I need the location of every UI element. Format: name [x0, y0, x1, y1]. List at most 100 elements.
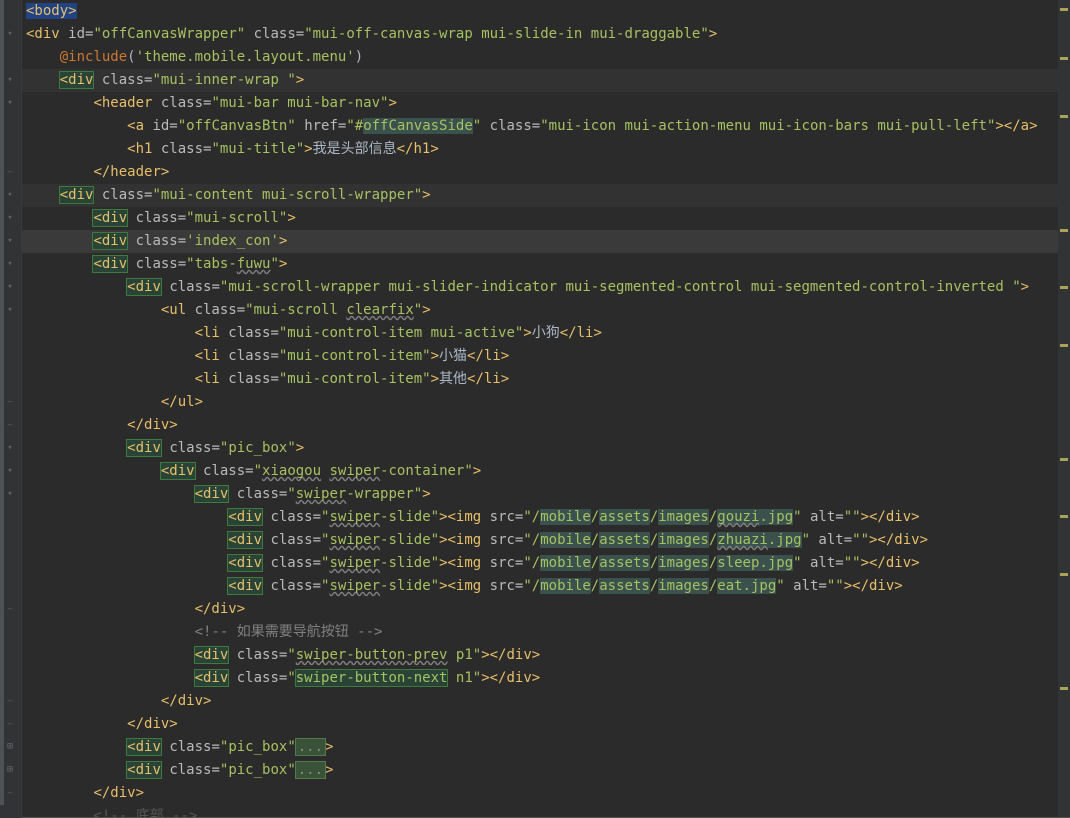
code-token: "mui-inner-wrap "	[152, 72, 295, 88]
code-token: href=	[304, 118, 346, 134]
fold-toggle-icon[interactable]	[4, 465, 16, 477]
code-line[interactable]: <div class="mui-inner-wrap ">	[22, 69, 1070, 92]
code-line[interactable]: <li class="mui-control-item mui-active">…	[22, 322, 1070, 345]
editor-code-area[interactable]: <body><div id="offCanvasWrapper" class="…	[22, 0, 1070, 818]
code-token: </li>	[467, 371, 509, 387]
code-token: <!-- 如果需要导航按钮 -->	[195, 624, 383, 640]
code-line[interactable]: </header>	[22, 161, 1070, 184]
code-line[interactable]: <li class="mui-control-item">其他</li>	[22, 368, 1070, 391]
fold-toggle-icon[interactable]	[4, 718, 16, 730]
code-token: /	[709, 555, 717, 571]
preview-warning-mark[interactable]	[1060, 344, 1068, 347]
preview-warning-mark[interactable]	[1060, 57, 1068, 60]
editor-gutter[interactable]	[0, 0, 22, 818]
code-token: "	[793, 555, 810, 571]
code-token: "mui-scroll-wrapper mui-slider-indicator…	[220, 279, 1021, 295]
code-token: "#	[346, 118, 363, 134]
fold-toggle-icon[interactable]	[4, 281, 16, 293]
code-line[interactable]: <div class="mui-content mui-scroll-wrapp…	[22, 184, 1070, 207]
code-line[interactable]: <ul class="mui-scroll clearfix">	[22, 299, 1070, 322]
fold-toggle-icon[interactable]	[4, 97, 16, 109]
code-line[interactable]: <a id="offCanvasBtn" href="#offCanvasSid…	[22, 115, 1070, 138]
code-line[interactable]: <div id="offCanvasWrapper" class="mui-of…	[22, 23, 1070, 46]
fold-toggle-icon[interactable]	[4, 28, 16, 40]
fold-toggle-icon[interactable]	[4, 787, 16, 799]
code-line[interactable]: </div>	[22, 713, 1070, 736]
fold-toggle-icon[interactable]	[4, 695, 16, 707]
code-line[interactable]: <div class="swiper-slide"><img src="/mob…	[22, 506, 1070, 529]
code-line[interactable]: <div class="mui-scroll">	[22, 207, 1070, 230]
code-line[interactable]: <div class="xiaogou swiper-container">	[22, 460, 1070, 483]
code-token: "/	[523, 578, 540, 594]
code-token: <div	[195, 647, 229, 663]
fold-toggle-icon[interactable]	[4, 258, 16, 270]
code-line[interactable]: <div class="tabs-fuwu">	[22, 253, 1070, 276]
code-line[interactable]: <div class="pic_box"...>	[22, 759, 1070, 782]
code-line[interactable]: <div class="pic_box">	[22, 437, 1070, 460]
fold-toggle-icon[interactable]	[4, 741, 16, 753]
code-line[interactable]: <li class="mui-control-item">小猫</li>	[22, 345, 1070, 368]
code-token: ></div>	[481, 670, 540, 686]
preview-warning-mark[interactable]	[1060, 115, 1068, 118]
code-token: ><img	[439, 509, 490, 525]
preview-warning-mark[interactable]	[1060, 458, 1068, 461]
preview-warning-mark[interactable]	[1060, 573, 1068, 576]
code-line[interactable]: <!-- 如果需要导航按钮 -->	[22, 621, 1070, 644]
code-token: ""	[827, 578, 844, 594]
fold-toggle-icon[interactable]	[4, 212, 16, 224]
preview-warning-mark[interactable]	[1060, 8, 1068, 11]
fold-toggle-icon[interactable]	[4, 764, 16, 776]
code-line[interactable]: </div>	[22, 414, 1070, 437]
code-line[interactable]: <div class="swiper-button-prev p1"></div…	[22, 644, 1070, 667]
code-token: 其他	[439, 371, 467, 387]
code-line[interactable]: <div class="swiper-slide"><img src="/mob…	[22, 529, 1070, 552]
preview-scrollbar[interactable]	[1058, 0, 1070, 818]
fold-toggle-icon[interactable]	[4, 396, 16, 408]
code-line[interactable]: <div class="swiper-slide"><img src="/mob…	[22, 552, 1070, 575]
code-token: >	[296, 440, 304, 456]
code-token: ...	[296, 739, 325, 755]
code-line[interactable]: <div class="pic_box"...>	[22, 736, 1070, 759]
code-line[interactable]: <div class="mui-scroll-wrapper mui-slide…	[22, 276, 1070, 299]
code-token: sleep.jpg	[717, 555, 793, 571]
code-line[interactable]: <div class="swiper-slide"><img src="/mob…	[22, 575, 1070, 598]
code-line[interactable]: <header class="mui-bar mui-bar-nav">	[22, 92, 1070, 115]
code-token: <div	[127, 762, 161, 778]
code-token: clearfix	[346, 302, 413, 318]
code-token: "	[254, 463, 262, 479]
code-line[interactable]: <div class='index_con'>	[22, 230, 1070, 253]
code-line[interactable]: @include('theme.mobile.layout.menu')	[22, 46, 1070, 69]
code-line[interactable]: </div>	[22, 782, 1070, 805]
fold-toggle-icon[interactable]	[4, 419, 16, 431]
fold-toggle-icon[interactable]	[4, 74, 16, 86]
code-token: "mui-bar mui-bar-nav"	[211, 95, 388, 111]
code-line[interactable]: <div class="swiper-wrapper">	[22, 483, 1070, 506]
code-line[interactable]: <h1 class="mui-title">我是头部信息</h1>	[22, 138, 1070, 161]
code-token: ></div>	[861, 555, 920, 571]
preview-warning-mark[interactable]	[1060, 515, 1068, 518]
code-token: class=	[169, 279, 220, 295]
fold-toggle-icon[interactable]	[4, 189, 16, 201]
code-token: <div	[127, 440, 161, 456]
code-token: "mui-control-item mui-active"	[279, 325, 523, 341]
code-line[interactable]: </div>	[22, 690, 1070, 713]
preview-warning-mark[interactable]	[1060, 286, 1068, 289]
fold-toggle-icon[interactable]	[4, 488, 16, 500]
code-token: >	[422, 187, 430, 203]
fold-toggle-icon[interactable]	[4, 235, 16, 247]
code-token: >	[1021, 279, 1029, 295]
code-token	[127, 233, 135, 249]
code-token: </div>	[195, 601, 246, 617]
fold-toggle-icon[interactable]	[4, 442, 16, 454]
code-line[interactable]: </div>	[22, 598, 1070, 621]
fold-toggle-icon[interactable]	[4, 304, 16, 316]
fold-toggle-icon[interactable]	[4, 603, 16, 615]
fold-toggle-icon[interactable]	[4, 166, 16, 178]
preview-warning-mark[interactable]	[1060, 687, 1068, 690]
preview-warning-mark[interactable]	[1060, 229, 1068, 232]
code-line[interactable]: </ul>	[22, 391, 1070, 414]
code-line[interactable]: <div class="swiper-button-next n1"></div…	[22, 667, 1070, 690]
code-line[interactable]: <body>	[22, 0, 1070, 23]
code-token: src=	[490, 532, 524, 548]
code-token: <h1	[127, 141, 161, 157]
